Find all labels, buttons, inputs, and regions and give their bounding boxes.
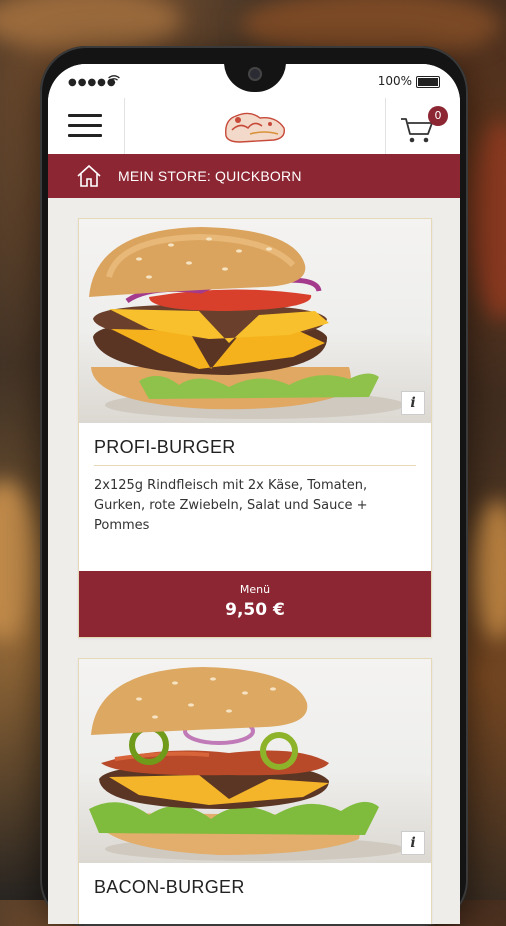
- brand-logo[interactable]: [220, 106, 290, 148]
- menu-line-icon: [68, 134, 102, 137]
- battery-icon: [416, 76, 440, 88]
- store-label: MEIN STORE: QUICKBORN: [118, 168, 302, 184]
- store-selector-bar[interactable]: MEIN STORE: QUICKBORN: [48, 154, 460, 198]
- product-card[interactable]: i PROFI-BURGER 2x125g Rindfleisch mit 2x…: [78, 218, 432, 638]
- menu-line-icon: [68, 124, 102, 127]
- product-name: BACON-BURGER: [94, 877, 245, 897]
- product-description: 2x125g Rindfleisch mit 2x Käse, Tomaten,…: [94, 478, 368, 533]
- hamburger-menu-button[interactable]: [48, 98, 125, 154]
- app-screen: ●●●●● 100% 0 MEIN STORE: QUICKBORN i PRO…: [48, 64, 460, 924]
- menu-price-button[interactable]: Menü 9,50 €: [79, 571, 431, 637]
- menu-line-icon: [68, 114, 102, 117]
- wifi-icon: [108, 75, 120, 88]
- cart-count-badge: 0: [428, 106, 448, 126]
- cart-button[interactable]: 0: [385, 98, 460, 154]
- price-value: 9,50 €: [225, 600, 285, 620]
- price-label: Menü: [239, 583, 271, 596]
- product-name: PROFI-BURGER: [94, 437, 236, 457]
- battery-percent: 100%: [377, 74, 412, 88]
- phone-frame: ●●●●● 100% 0 MEIN STORE: QUICKBORN i PRO…: [40, 46, 468, 926]
- home-icon: [77, 164, 101, 187]
- camera-icon: [248, 67, 262, 81]
- product-card[interactable]: i BACON-BURGER: [78, 658, 432, 924]
- info-icon[interactable]: i: [401, 391, 425, 415]
- product-image[interactable]: [79, 659, 431, 863]
- app-header: 0: [48, 98, 460, 155]
- title-divider: [94, 465, 416, 466]
- product-image[interactable]: [79, 219, 431, 423]
- info-icon[interactable]: i: [401, 831, 425, 855]
